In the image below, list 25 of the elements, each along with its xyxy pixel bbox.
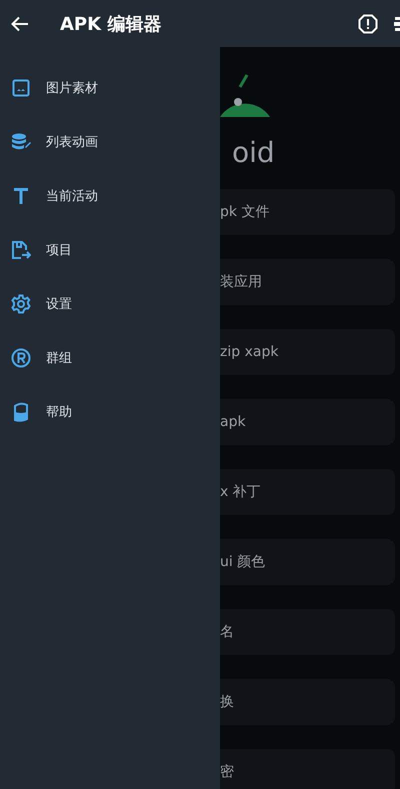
drawer-item[interactable]: 当前活动 [0,169,220,223]
database-icon [11,133,31,151]
drawer-item[interactable]: 帮助 [0,385,220,439]
drawer-item[interactable]: 图片素材 [0,61,220,115]
alert-icon[interactable] [358,14,378,34]
cup-icon [13,402,29,422]
menu-card[interactable]: apk [220,399,395,445]
menu-card[interactable]: ui 颜色 [220,539,395,585]
drawer-item[interactable]: 列表动画 [0,115,220,169]
drawer-item[interactable]: 设置 [0,277,220,331]
menu-card[interactable]: 换 [220,679,395,725]
menu-card[interactable]: zip xapk [220,329,395,375]
menu-card[interactable]: pk 文件 [220,189,395,235]
logo-text: oid [232,139,275,167]
drawer-item[interactable]: 项目 [0,223,220,277]
menu-card[interactable]: 密 [220,749,395,789]
text-icon [13,187,29,205]
image-icon [12,79,30,97]
file-icon [11,240,31,260]
registered-icon [11,348,31,368]
drawer-item[interactable]: 群组 [0,331,220,385]
menu-card[interactable]: x 补丁 [220,469,395,515]
menu-card[interactable]: 名 [220,609,395,655]
menu-card[interactable]: 装应用 [220,259,395,305]
app-title: APK 编辑器 [60,12,162,36]
